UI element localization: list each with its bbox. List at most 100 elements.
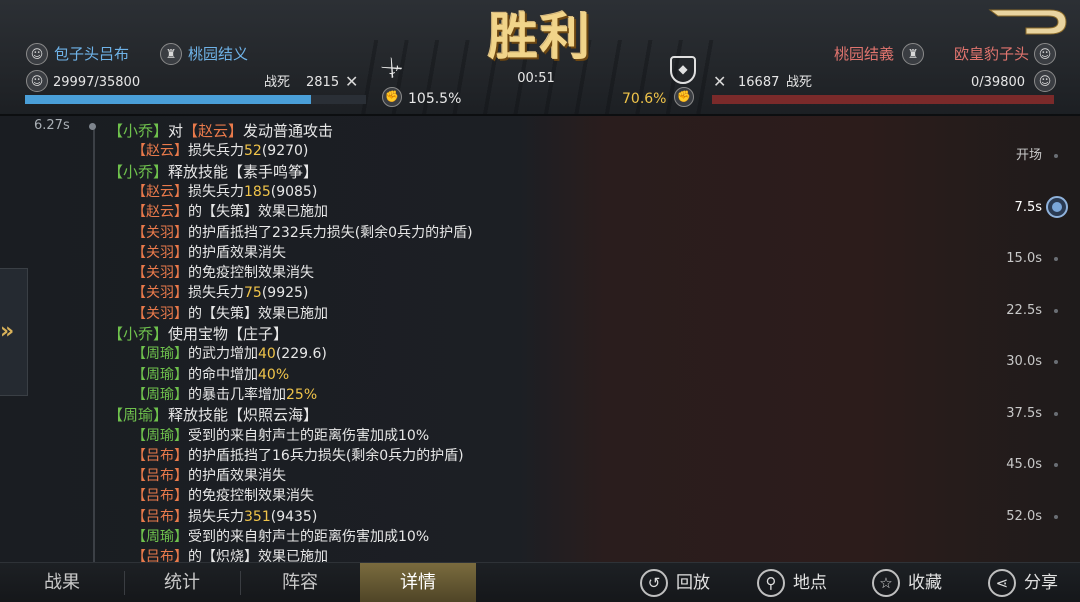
- back-arrow-icon[interactable]: [986, 6, 1072, 38]
- log-event-detail: 【周瑜】的暴击几率增加25%: [132, 385, 317, 405]
- tab-details[interactable]: 详情: [360, 563, 476, 602]
- general-name: 【周瑜】: [132, 427, 188, 444]
- log-event-detail: 【关羽】损失兵力75(9925): [132, 283, 308, 303]
- crossed-swords-icon: ✕: [345, 72, 359, 91]
- timeline-mark-label[interactable]: 15.0s: [982, 251, 1042, 267]
- alliance-tower-icon: ♜: [902, 43, 924, 65]
- general-name: 【吕布】: [132, 488, 188, 505]
- log-event-detail: 【关羽】的护盾效果消失: [132, 243, 286, 263]
- timeline-slider-knob[interactable]: [1046, 196, 1068, 218]
- log-text: 发动普通攻击: [243, 122, 334, 140]
- log-text: 【炽照云海】: [228, 406, 319, 425]
- timeline-mark-label[interactable]: 开场: [982, 148, 1042, 164]
- left-alliance-name[interactable]: 桃园结义: [188, 45, 248, 63]
- strategy-fist-icon: ✊: [674, 87, 694, 107]
- general-name: 【吕布】: [132, 468, 188, 485]
- log-event-header: 【周瑜】释放技能【炽照云海】: [108, 405, 318, 425]
- timeline-line: [93, 128, 95, 562]
- battle-timer: 00:51: [517, 71, 555, 86]
- replay-label: 回放: [676, 573, 710, 593]
- victory-title: 胜利: [488, 7, 592, 66]
- general-name: 【吕布】: [132, 549, 188, 562]
- battle-log[interactable]: 6.27s 【小乔】对【赵云】发动普通攻击 【赵云】损失兵力52(9270) 【小乔…: [0, 118, 1080, 562]
- commander-avatar-icon: ☺: [1034, 43, 1056, 65]
- expand-panel-button[interactable]: »: [0, 268, 28, 396]
- log-text: (9270): [261, 143, 309, 160]
- share-button[interactable]: ⋖ 分享: [988, 563, 1072, 602]
- log-text: 的武力增加: [188, 346, 258, 363]
- log-text: 的护盾效果消失: [188, 244, 286, 261]
- log-number: 25%: [286, 386, 318, 403]
- crossed-swords-icon: ✕: [713, 72, 727, 91]
- left-troop-count: 29997/35800: [53, 75, 141, 90]
- log-text: 使用宝物: [168, 325, 229, 343]
- general-name: 【关羽】: [132, 305, 188, 322]
- log-event-header: 【小乔】释放技能【素手鸣筝】: [108, 162, 318, 182]
- log-text: 的护盾效果消失: [188, 468, 286, 485]
- log-text: 损失兵力: [188, 183, 244, 200]
- general-name: 【周瑜】: [132, 346, 188, 363]
- favorite-button[interactable]: ☆ 收藏: [872, 563, 956, 602]
- log-number: 52: [244, 143, 262, 160]
- log-text: 受到的来自射声士的距离伤害加成10%: [188, 427, 430, 444]
- right-commander-name[interactable]: 欧皇豹子头: [954, 45, 1029, 63]
- log-text: 的免疫控制效果消失: [188, 265, 314, 282]
- log-text: 损失兵力: [188, 508, 244, 525]
- left-deaths-value: 2815: [306, 75, 340, 90]
- general-name: 【赵云】: [132, 143, 188, 160]
- log-text: 【庄子】: [228, 325, 289, 343]
- right-troop-bar: [712, 95, 1054, 104]
- log-event-detail: 【周瑜】受到的来自射声士的距离伤害加成10%: [132, 426, 429, 446]
- general-name: 【小乔】: [108, 122, 169, 140]
- timeline-mark-label[interactable]: 22.5s: [982, 303, 1042, 319]
- log-timestamp: 6.27s: [34, 118, 70, 133]
- favorite-label: 收藏: [908, 573, 942, 593]
- timeline-mark-label[interactable]: 7.5s: [982, 200, 1042, 216]
- right-deaths-label: 战死: [786, 75, 813, 90]
- location-pin-icon: ⚲: [757, 569, 785, 597]
- log-text: 【素手鸣筝】: [228, 162, 319, 181]
- troops-icon: ☺: [1034, 70, 1056, 92]
- location-button[interactable]: ⚲ 地点: [757, 563, 841, 602]
- bottom-bar: 战果 统计 阵容 详情 ↺ 回放 ⚲ 地点 ☆ 收藏 ⋖ 分享: [0, 562, 1080, 602]
- log-text: 的免疫控制效果消失: [188, 488, 314, 505]
- share-icon: ⋖: [988, 569, 1016, 597]
- tab-statistics[interactable]: 统计: [124, 563, 240, 602]
- replay-icon: ↺: [640, 569, 668, 597]
- general-name: 【周瑜】: [108, 406, 169, 425]
- log-text: 释放技能: [168, 162, 229, 181]
- log-text: 的护盾抵挡了232兵力损失(剩余0兵力的护盾): [188, 224, 473, 241]
- general-name: 【赵云】: [132, 204, 188, 221]
- timeline-mark-label[interactable]: 45.0s: [982, 457, 1042, 473]
- left-troop-bar-fill: [25, 95, 311, 104]
- log-event-header: 【小乔】对【赵云】发动普通攻击: [108, 121, 333, 141]
- general-name: 【周瑜】: [132, 386, 188, 403]
- timeline-tick: [1054, 463, 1058, 467]
- timeline-mark-label[interactable]: 30.0s: [982, 354, 1042, 370]
- log-text: 损失兵力: [188, 143, 244, 160]
- replay-button[interactable]: ↺ 回放: [640, 563, 724, 602]
- left-deaths-label: 战死: [264, 75, 291, 90]
- timeline-mark-label[interactable]: 37.5s: [982, 406, 1042, 422]
- general-name: 【小乔】: [108, 162, 169, 181]
- log-event-detail: 【赵云】损失兵力185(9085): [132, 182, 317, 202]
- double-chevron-right-icon: »: [0, 319, 14, 344]
- log-text: 的【炽烧】效果已施加: [188, 549, 328, 562]
- alliance-tower-icon: ♜: [160, 43, 182, 65]
- log-event-detail: 【赵云】的【失策】效果已施加: [132, 202, 328, 222]
- star-icon: ☆: [872, 569, 900, 597]
- log-text: 的暴击几率增加: [188, 386, 286, 403]
- location-label: 地点: [793, 573, 827, 593]
- tab-battle-result[interactable]: 战果: [0, 563, 124, 602]
- log-event-detail: 【关羽】的【失策】效果已施加: [132, 304, 328, 324]
- tab-lineup[interactable]: 阵容: [240, 563, 360, 602]
- right-deaths-value: 16687: [738, 75, 780, 90]
- general-name: 【吕布】: [132, 447, 188, 464]
- right-alliance-name[interactable]: 桃园结義: [834, 45, 894, 63]
- left-commander-name[interactable]: 包子头吕布: [54, 45, 129, 63]
- timeline-mark-label[interactable]: 52.0s: [982, 509, 1042, 525]
- timeline-tick: [1054, 257, 1058, 261]
- log-text: 的【失策】效果已施加: [188, 204, 328, 221]
- log-event-detail: 【周瑜】受到的来自射声士的距离伤害加成10%: [132, 527, 429, 547]
- log-text: (9435): [270, 508, 318, 525]
